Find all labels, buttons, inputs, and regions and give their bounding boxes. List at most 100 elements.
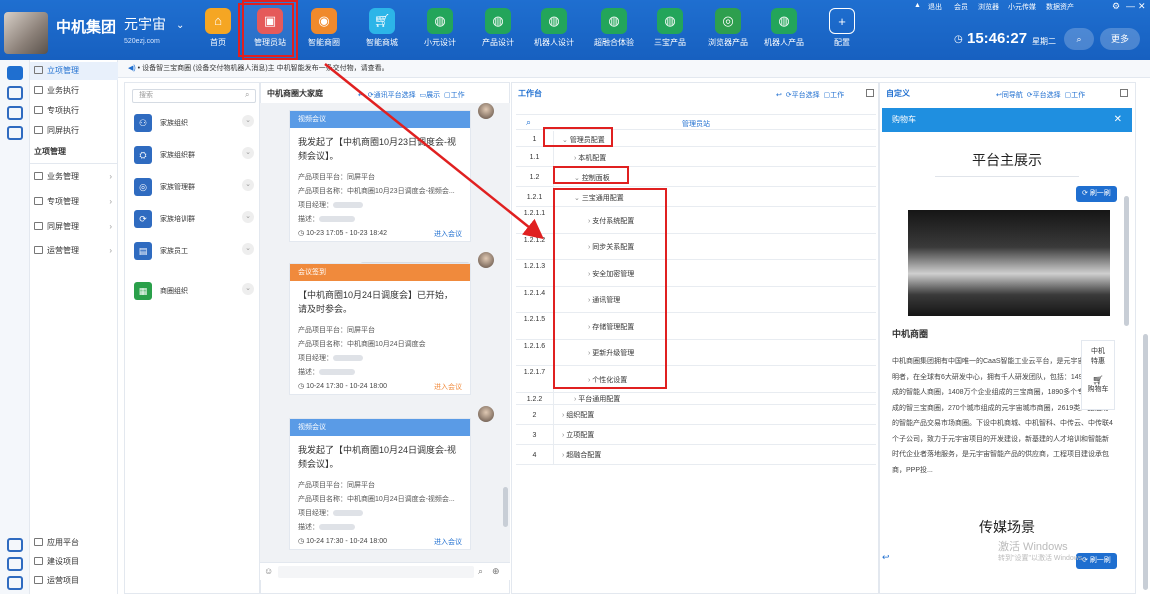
tree-row-label[interactable]: › 组织配置 — [562, 410, 594, 420]
org-item-5[interactable]: ▤ 家族员工 ⌄ — [130, 238, 258, 264]
custom-panel-tools[interactable]: ↩同导航 ⟳平台选择 ▢工作 — [996, 90, 1085, 100]
page-scrollbar[interactable] — [1143, 334, 1148, 590]
tree-row-label[interactable]: › 本机配置 — [574, 153, 606, 163]
window-icon[interactable] — [7, 126, 23, 140]
tree-row[interactable]: 1.2.1.6 › 更新升级管理 — [516, 339, 876, 366]
tree-row[interactable]: 1.2.1.4 › 通讯管理 — [516, 286, 876, 313]
tree-row[interactable]: 4 › 超融合配置 — [516, 444, 876, 465]
nav-2[interactable]: ▣ 管理员站 — [242, 0, 298, 60]
chevron-down-icon[interactable]: ⌄ — [242, 179, 254, 191]
leftnav-item-1[interactable]: 立项管理 — [30, 62, 118, 80]
tree-row-label[interactable]: › 存储管理配置 — [588, 322, 634, 332]
leftnav-bottom-3[interactable]: 运营项目 — [30, 572, 118, 590]
back-icon[interactable]: ↩ — [882, 552, 890, 563]
tree-row[interactable]: 1.2.1.1 › 支付系统配置 — [516, 207, 876, 234]
search-button[interactable]: ⌕ — [1064, 28, 1094, 50]
more-button[interactable]: 更多 — [1100, 28, 1140, 50]
join-meeting-link[interactable]: 进入会议 — [434, 382, 462, 392]
maximize-icon[interactable] — [866, 89, 874, 97]
tree-row-label[interactable]: › 安全加密管理 — [588, 269, 634, 279]
leftnav-item-4[interactable]: 同屏执行 — [30, 122, 118, 140]
user-avatar[interactable] — [4, 12, 48, 54]
leftnav-bottom-2[interactable]: 建设项目 — [30, 553, 118, 571]
org-item-4[interactable]: ⟳ 家族培训群 ⌄ — [130, 206, 258, 232]
side-float-menu[interactable]: 中机特惠 🛒︎ 购物车 — [1081, 340, 1115, 410]
chevron-down-icon[interactable]: ⌄ — [242, 147, 254, 159]
chevron-down-icon[interactable]: ⌄ — [562, 137, 570, 144]
upload-icon[interactable]: ▲ — [914, 2, 921, 9]
tree-row-label[interactable]: ⌄ 控制面板 — [574, 173, 610, 183]
nav-4[interactable]: 🛒︎ 智能商城 — [354, 0, 410, 60]
org-item-1[interactable]: ⚇ 家族组织 ⌄ — [130, 110, 258, 136]
leftnav-group-1[interactable]: 业务管理 › — [30, 168, 118, 186]
side-label-special[interactable]: 中机特惠 — [1088, 347, 1108, 367]
cart-icon[interactable]: 🛒︎ — [1082, 375, 1114, 385]
video-player[interactable] — [908, 210, 1110, 316]
tree-row[interactable]: 3 › 立项配置 — [516, 424, 876, 445]
tree-row[interactable]: 1.2.1.7 › 个性化设置 — [516, 366, 876, 393]
nav-10[interactable]: ◎ 浏览器产品 — [700, 0, 756, 60]
nav-7[interactable]: ◍ 机器人设计 — [526, 0, 582, 60]
cart-tab-header[interactable]: 购物车 ✕ — [882, 108, 1132, 132]
custom-scrollbar[interactable] — [1124, 196, 1129, 326]
tenant-selector[interactable]: 元宇宙 — [124, 14, 166, 34]
util-link-3[interactable]: 浏览器 — [978, 2, 999, 12]
util-link-4[interactable]: 小元传媒 — [1008, 2, 1036, 12]
chevron-down-icon[interactable]: ⌄ — [574, 195, 582, 202]
chat-panel-tools[interactable]: ↩ ⟳通讯平台选择 ▭展示 ▢工作 — [358, 90, 465, 100]
tree-row[interactable]: 1.2.1.2 › 同步关系配置 — [516, 233, 876, 260]
notice-bar[interactable]: ◀) • 设备智三宝商圈 (设备交付物机器人消息)主 中机智能发布一条交付物，请… — [118, 60, 1150, 78]
tree-row-label[interactable]: › 更新升级管理 — [588, 348, 634, 358]
org-item-2[interactable]: ⛭ 家族组织群 ⌄ — [130, 142, 258, 168]
meeting-card[interactable]: 会议签到 【中机商圈10月24日调度会】已开始，请及时参会。 产品项目平台：同屏平台… — [289, 263, 471, 395]
sender-avatar[interactable] — [478, 103, 494, 119]
tree-row-label[interactable]: › 超融合配置 — [562, 450, 601, 460]
grid-icon[interactable] — [7, 557, 23, 571]
leftnav-bottom-1[interactable]: 应用平台 — [30, 534, 118, 552]
nav-8[interactable]: ◍ 超融合体验 — [586, 0, 642, 60]
leftnav-group-4[interactable]: 运营管理 › — [30, 242, 118, 260]
leftnav-item-2[interactable]: 业务执行 — [30, 82, 118, 100]
chevron-down-icon[interactable]: ⌄ — [242, 211, 254, 223]
join-meeting-link[interactable]: 进入会议 — [434, 537, 462, 547]
chevron-down-icon[interactable]: ⌄ — [242, 283, 254, 295]
meeting-card[interactable]: 视频会议 我发起了【中机商圈10月23日调度会-视频会议】。 产品项目平台：同屏平台… — [289, 110, 471, 242]
search-icon[interactable]: ⌕ — [478, 566, 483, 577]
sender-avatar[interactable] — [478, 406, 494, 422]
tree-row[interactable]: 1 ⌄ 管理员配置 — [516, 131, 876, 147]
tree-row[interactable]: 1.2.1.5 › 存储管理配置 — [516, 313, 876, 340]
util-link-5[interactable]: 数据资产 — [1046, 2, 1074, 12]
maximize-icon[interactable] — [1120, 89, 1128, 97]
nav-12[interactable]: + 配置 — [814, 0, 870, 60]
tree-row[interactable]: 1.2.1 ⌄ 三宝通用配置 — [516, 187, 876, 207]
tree-row-label[interactable]: ⌄ 三宝通用配置 — [574, 193, 624, 203]
nav-11[interactable]: ◍ 机器人产品 — [756, 0, 812, 60]
tree-row-label[interactable]: › 平台通用配置 — [574, 394, 620, 404]
tree-row-label[interactable]: › 同步关系配置 — [588, 242, 634, 252]
nav-6[interactable]: ◍ 产品设计 — [470, 0, 526, 60]
tree-row-label[interactable]: › 立项配置 — [562, 430, 594, 440]
chat-scrollbar[interactable] — [503, 487, 508, 527]
cube-icon[interactable] — [7, 538, 23, 552]
org-item-6[interactable]: ▦ 商圈组织 ⌄ — [130, 278, 258, 304]
tree-row[interactable]: 2 › 组织配置 — [516, 404, 876, 425]
tree-row[interactable]: 1.2.1.3 › 安全加密管理 — [516, 260, 876, 287]
sender-avatar[interactable] — [478, 252, 494, 268]
tree-row-label[interactable]: › 通讯管理 — [588, 295, 620, 305]
settings-icon[interactable]: ⚙ — [1112, 1, 1120, 12]
chevron-down-icon[interactable]: ⌄ — [574, 175, 582, 182]
join-meeting-link[interactable]: 进入会议 — [434, 229, 462, 239]
nav-3[interactable]: ◉ 智能商圈 — [296, 0, 352, 60]
emoji-icon[interactable]: ☺ — [264, 566, 273, 576]
chevron-down-icon[interactable]: ⌄ — [242, 243, 254, 255]
work-panel-tools[interactable]: ↩ ⟳平台选择 ▢工作 — [776, 90, 844, 100]
document-icon[interactable] — [7, 86, 23, 100]
chat-text-field[interactable] — [278, 566, 474, 578]
chevron-down-icon[interactable]: ⌄ — [242, 115, 254, 127]
meeting-card[interactable]: 视频会议 我发起了【中机商圈10月24日调度会-视频会议】。 产品项目平台：同屏平台… — [289, 418, 471, 550]
side-label-cart[interactable]: 购物车 — [1082, 385, 1114, 395]
tree-row-label[interactable]: › 个性化设置 — [588, 375, 627, 385]
tree-row[interactable]: 1.1 › 本机配置 — [516, 147, 876, 167]
leftnav-group-3[interactable]: 同屏管理 › — [30, 218, 118, 236]
nav-9[interactable]: ◍ 三宝产品 — [642, 0, 698, 60]
